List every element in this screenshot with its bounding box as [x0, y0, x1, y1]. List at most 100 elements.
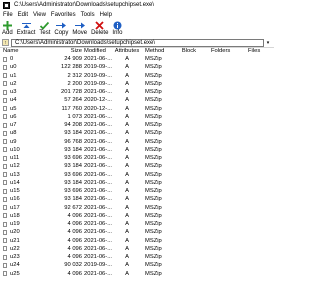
attributes-cell: A	[125, 138, 129, 145]
table-row[interactable]: u22 4 096 2021-06-... A MSZip	[0, 245, 274, 253]
modified-cell: 2021-06-...	[84, 146, 112, 153]
table-row[interactable]: u17 92 672 2021-06-... A MSZip	[0, 204, 274, 212]
table-row[interactable]: u3 201 728 2021-06-... A MSZip	[0, 88, 274, 96]
table-row[interactable]: u23 4 096 2021-06-... A MSZip	[0, 253, 274, 261]
path-field[interactable]: C:\Users\Administrator\Downloads\setupch…	[11, 38, 264, 47]
menu-edit[interactable]: Edit	[18, 12, 28, 18]
method-cell: MSZip	[145, 204, 162, 211]
table-row[interactable]: u0 122 288 2019-09-... A MSZip	[0, 63, 274, 71]
size-cell: 93 696	[64, 171, 82, 178]
modified-cell: 2020-12-...	[84, 97, 112, 104]
table-row[interactable]: u12 93 184 2021-06-... A MSZip	[0, 162, 274, 170]
file-name: u6	[10, 113, 17, 120]
size-cell: 4 096	[67, 270, 82, 277]
table-row[interactable]: u16 93 184 2021-06-... A MSZip	[0, 195, 274, 203]
table-row[interactable]: u4 57 264 2020-12-... A MSZip	[0, 96, 274, 104]
col-attributes[interactable]: Attributes	[113, 48, 141, 55]
attributes-cell: A	[125, 254, 129, 260]
folder-up-icon[interactable]: ↑	[2, 39, 9, 46]
col-modified[interactable]: Modified	[84, 48, 112, 55]
table-row[interactable]: u14 93 184 2021-06-... A MSZip	[0, 179, 274, 187]
copy-button[interactable]: Copy	[54, 20, 68, 37]
name-cell: u20	[3, 228, 61, 236]
attributes-cell: A	[125, 188, 129, 194]
table-row[interactable]: u18 4 096 2021-06-... A MSZip	[0, 212, 274, 220]
name-cell: u17	[3, 204, 61, 212]
attributes-cell: A	[125, 105, 129, 112]
file-icon	[3, 81, 7, 87]
table-row[interactable]: 0 24 909 2021-06-... A MSZip	[0, 55, 274, 63]
file-icon	[3, 73, 7, 79]
method-cell: MSZip	[145, 146, 162, 153]
name-cell: u3	[3, 88, 61, 96]
delete-button[interactable]: Delete	[91, 20, 108, 37]
modified-cell: 2021-06-...	[84, 138, 112, 145]
col-folders[interactable]: Folders	[211, 48, 241, 55]
table-row[interactable]: u10 93 184 2021-06-... A MSZip	[0, 146, 274, 154]
name-cell: u11	[3, 154, 61, 162]
title-bar: C:\Users\Administrator\Downloads\setupch…	[0, 0, 274, 10]
attributes-cell: A	[125, 155, 129, 161]
file-icon	[3, 97, 7, 103]
size-cell: 4 096	[67, 237, 82, 244]
modified-cell: 2021-06-...	[84, 204, 112, 211]
extract-button[interactable]: Extract	[17, 20, 35, 37]
method-cell: MSZip	[145, 56, 162, 62]
file-name: u20	[10, 229, 20, 236]
method-cell: MSZip	[145, 245, 162, 252]
table-row[interactable]: u25 4 096 2021-06-... A MSZip	[0, 270, 274, 278]
table-row[interactable]: u19 4 096 2021-06-... A MSZip	[0, 220, 274, 228]
chevron-down-icon[interactable]: ▾	[264, 39, 272, 47]
file-name: u2	[10, 80, 17, 87]
menu-file[interactable]: File	[3, 12, 13, 18]
file-name: u12	[10, 163, 20, 170]
menu-favorites[interactable]: Favorites	[51, 12, 76, 18]
info-button[interactable]: Info	[112, 20, 122, 37]
menu-tools[interactable]: Tools	[81, 12, 95, 18]
file-icon	[3, 271, 7, 277]
method-cell: MSZip	[145, 113, 162, 120]
table-row[interactable]: u9 96 768 2021-06-... A MSZip	[0, 138, 274, 146]
list-header: Name Size Modified Attributes Method Blo…	[0, 48, 274, 55]
table-row[interactable]: u13 93 696 2021-06-... A MSZip	[0, 171, 274, 179]
attributes-cell: A	[125, 262, 129, 269]
modified-cell: 2021-06-...	[84, 245, 112, 252]
col-size[interactable]: Size	[60, 48, 82, 55]
method-cell: MSZip	[145, 105, 162, 112]
attributes-cell: A	[125, 56, 129, 62]
modified-cell: 2021-06-...	[84, 221, 112, 227]
size-cell: 122 288	[61, 64, 82, 71]
name-cell: u10	[3, 146, 61, 154]
table-row[interactable]: u8 93 184 2021-06-... A MSZip	[0, 129, 274, 137]
menu-view[interactable]: View	[33, 12, 46, 18]
table-row[interactable]: u20 4 096 2021-06-... A MSZip	[0, 228, 274, 236]
file-name: u22	[10, 245, 20, 252]
table-row[interactable]: u2 2 200 2019-09-... A MSZip	[0, 80, 274, 88]
add-button[interactable]: Add	[2, 20, 13, 37]
move-arrow-icon	[74, 20, 85, 30]
name-cell: u9	[3, 138, 61, 146]
table-row[interactable]: u15 93 696 2021-06-... A MSZip	[0, 187, 274, 195]
move-button[interactable]: Move	[72, 20, 87, 37]
col-files[interactable]: Files	[248, 48, 272, 55]
file-name: u16	[10, 196, 20, 203]
method-cell: MSZip	[145, 163, 162, 170]
table-row[interactable]: u11 93 696 2021-06-... A MSZip	[0, 154, 274, 162]
table-row[interactable]: u6 1 073 2021-06-... A MSZip	[0, 113, 274, 121]
file-name: u0	[10, 64, 17, 71]
attributes-cell: A	[125, 237, 129, 244]
size-cell: 1 073	[67, 113, 82, 120]
table-row[interactable]: u7 94 208 2021-06-... A MSZip	[0, 121, 274, 129]
table-row[interactable]: u5 117 760 2020-12-... A MSZip	[0, 105, 274, 113]
col-block[interactable]: Block	[160, 48, 196, 55]
name-cell: u21	[3, 237, 61, 245]
size-cell: 93 184	[64, 163, 82, 170]
col-name[interactable]: Name	[3, 48, 61, 55]
table-row[interactable]: u24 90 032 2019-09-... A MSZip	[0, 261, 274, 269]
table-row[interactable]: u1 2 312 2019-09-... A MSZip	[0, 72, 274, 80]
test-button[interactable]: Test	[39, 20, 50, 37]
attributes-cell: A	[125, 212, 129, 219]
table-row[interactable]: u21 4 096 2021-06-... A MSZip	[0, 237, 274, 245]
menu-help[interactable]: Help	[100, 12, 112, 18]
method-cell: MSZip	[145, 188, 162, 194]
